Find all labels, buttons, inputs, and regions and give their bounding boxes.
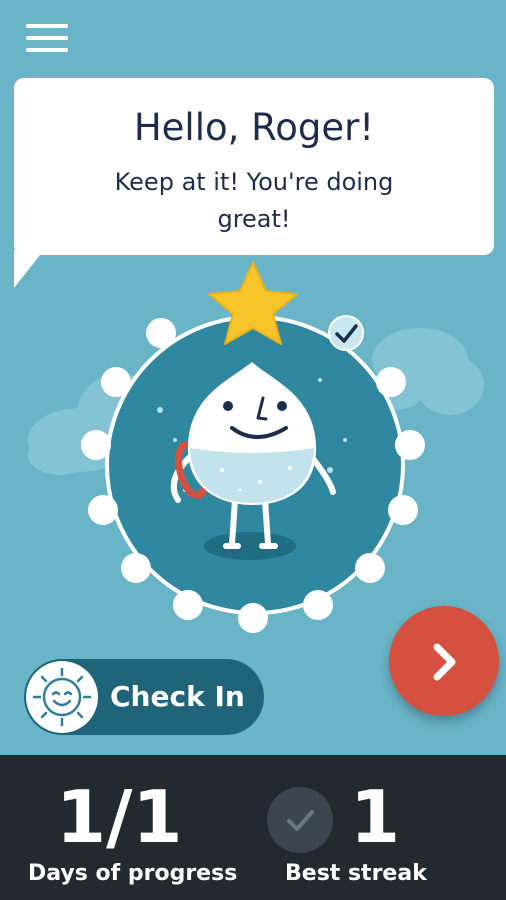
- next-button[interactable]: [389, 606, 499, 716]
- best-streak-label: Best streak: [285, 861, 427, 886]
- days-progress-label: Days of progress: [28, 861, 238, 886]
- days-progress-value: 1/1: [56, 775, 183, 859]
- streak-check-icon: [267, 787, 333, 853]
- best-streak-value: 1: [350, 775, 401, 859]
- checkmark-icon: [328, 315, 364, 351]
- chevron-right-icon: [433, 643, 456, 681]
- check-in-button[interactable]: Check In: [24, 659, 264, 735]
- check-in-label: Check In: [110, 680, 245, 713]
- sun-face-icon: [26, 661, 98, 733]
